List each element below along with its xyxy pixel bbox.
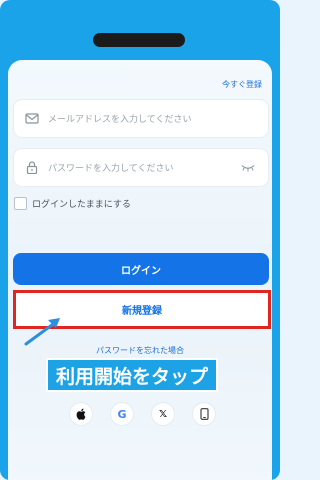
x-icon: 𝕏: [158, 408, 168, 420]
device-notch: [93, 33, 185, 47]
remember-label: ログインしたままにする: [32, 200, 131, 210]
x-login-button[interactable]: 𝕏: [152, 403, 174, 425]
arrow-icon: [24, 318, 60, 346]
device-frame: 今すぐ登録 メールアドレスを入力してください パスワードを入力してください ログ…: [0, 0, 280, 480]
password-field[interactable]: パスワードを入力してください: [14, 149, 268, 186]
email-placeholder: メールアドレスを入力してください: [48, 115, 192, 125]
tap-callout: 利用開始をタップ: [46, 358, 219, 392]
lock-icon: [26, 161, 38, 174]
google-icon: G: [117, 407, 127, 421]
mail-icon: [25, 113, 39, 124]
register-now-link[interactable]: 今すぐ登録: [222, 79, 262, 90]
password-placeholder: パスワードを入力してください: [48, 164, 174, 174]
forgot-password-link[interactable]: パスワードを忘れた場合: [8, 345, 272, 356]
phone-login-button[interactable]: [193, 403, 215, 425]
eye-closed-icon[interactable]: [241, 164, 255, 172]
login-button[interactable]: ログイン: [13, 253, 269, 285]
apple-login-button[interactable]: [70, 403, 92, 425]
apple-icon: [76, 408, 85, 420]
remember-checkbox[interactable]: [14, 197, 27, 210]
phone-icon: [199, 408, 209, 420]
email-field[interactable]: メールアドレスを入力してください: [14, 100, 268, 137]
google-login-button[interactable]: G: [111, 403, 133, 425]
login-screen: 今すぐ登録 メールアドレスを入力してください パスワードを入力してください ログ…: [8, 60, 272, 480]
